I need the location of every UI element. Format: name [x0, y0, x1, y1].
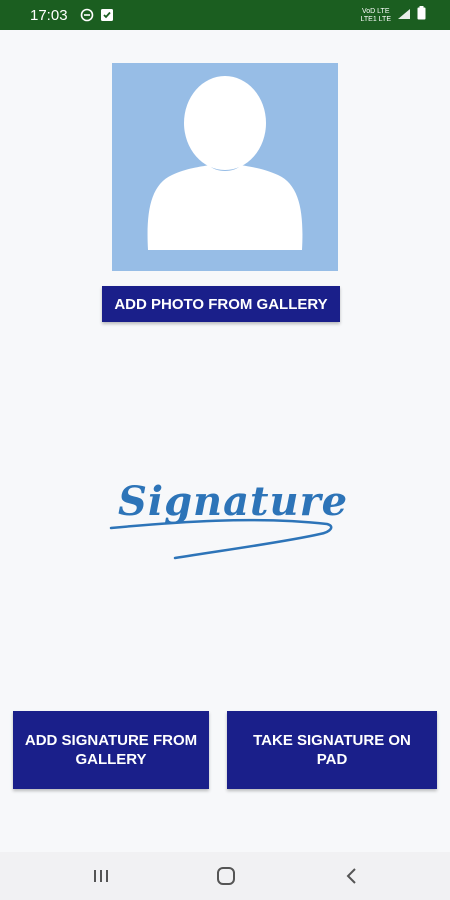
battery-icon: [417, 6, 426, 25]
person-silhouette-icon: [147, 76, 303, 250]
status-bar: 17:03 VoD LTE LTE1 LTE: [0, 0, 450, 30]
signature-swash: [109, 518, 333, 560]
home-icon[interactable]: [211, 864, 241, 888]
add-photo-from-gallery-button[interactable]: ADD PHOTO FROM GALLERY: [102, 286, 340, 322]
notification-check-icon: [100, 8, 114, 27]
back-icon[interactable]: [337, 864, 367, 888]
status-time: 17:03: [30, 7, 68, 24]
network-label: VoD LTE LTE1 LTE: [360, 7, 391, 23]
do-not-disturb-icon: [80, 8, 94, 27]
signal-icon: [397, 7, 411, 25]
recents-icon[interactable]: [86, 864, 116, 888]
take-signature-on-pad-button[interactable]: TAKE SIGNATURE ON PAD: [227, 711, 437, 789]
profile-photo-placeholder[interactable]: [112, 63, 338, 271]
add-signature-from-gallery-button[interactable]: ADD SIGNATURE FROM GALLERY: [13, 711, 209, 789]
navigation-bar: [0, 852, 450, 900]
